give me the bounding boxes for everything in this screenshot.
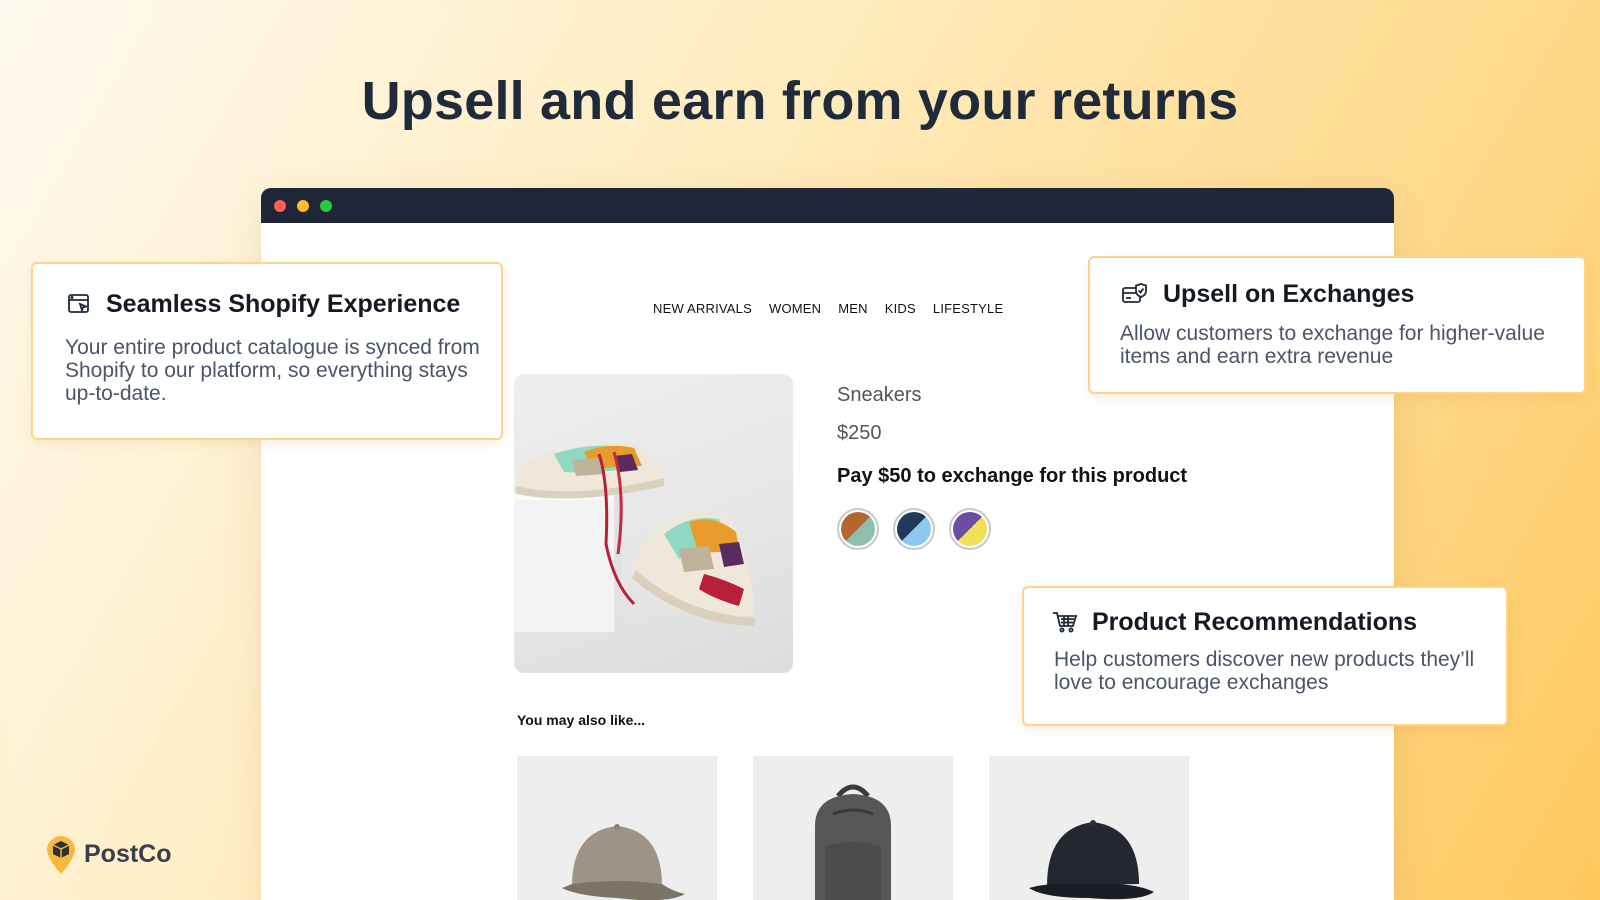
swatch-fill-3: [953, 512, 987, 546]
color-swatch-purple-yellow[interactable]: [949, 508, 991, 550]
color-swatch-brown-sage[interactable]: [837, 508, 879, 550]
recommendations-heading: You may also like...: [517, 712, 646, 728]
product-price: $250: [837, 422, 882, 444]
exchange-offer: Pay $50 to exchange for this product: [837, 465, 1188, 487]
page-headline: Upsell and earn from your returns: [361, 71, 1239, 131]
browser-titlebar: [261, 188, 1394, 223]
color-swatches: [837, 508, 991, 550]
nav-men[interactable]: MEN: [838, 301, 868, 316]
feature-card-shopify: Seamless Shopify Experience Your entire …: [31, 262, 503, 440]
feature-body-shopify: Your entire product catalogue is synced …: [65, 336, 480, 405]
feature-body-recommendations: Help customers discover new products the…: [1054, 648, 1475, 694]
minimize-window-dot[interactable]: [297, 199, 309, 212]
feature-title-recommendations: Product Recommendations: [1092, 608, 1418, 636]
nav-women[interactable]: WOMEN: [769, 301, 821, 316]
recommended-product-backpack[interactable]: [753, 756, 953, 900]
nav-new-arrivals[interactable]: NEW ARRIVALS: [653, 301, 752, 316]
feature-body-exchanges: Allow customers to exchange for higher-v…: [1120, 322, 1545, 368]
feature-card-exchanges: Upsell on Exchanges Allow customers to e…: [1088, 256, 1586, 394]
browser-cursor-icon: [67, 292, 91, 321]
feature-card-recommendations: Product Recommendations Help customers d…: [1022, 586, 1508, 726]
product-image-sneakers[interactable]: [514, 374, 793, 673]
feature-title-exchanges: Upsell on Exchanges: [1163, 280, 1415, 308]
swatch-fill-2: [897, 512, 931, 546]
nav-lifestyle[interactable]: LIFESTYLE: [933, 301, 1003, 316]
brand-name: PostCo: [84, 839, 172, 868]
postco-logo: PostCo: [44, 833, 172, 875]
verified-card-icon: [1122, 282, 1150, 311]
feature-title-shopify: Seamless Shopify Experience: [106, 290, 461, 318]
close-window-dot[interactable]: [274, 199, 286, 212]
nav-kids[interactable]: KIDS: [885, 301, 916, 316]
store-nav: NEW ARRIVALS WOMEN MEN KIDS LIFESTYLE: [653, 301, 1003, 316]
color-swatch-navy-skyblue[interactable]: [893, 508, 935, 550]
recommended-product-cap-black[interactable]: [989, 756, 1189, 900]
swatch-fill-1: [841, 512, 875, 546]
cart-icon: [1052, 610, 1078, 639]
product-name: Sneakers: [837, 384, 922, 406]
maximize-window-dot[interactable]: [320, 199, 332, 212]
recommended-product-cap-beige[interactable]: [517, 756, 717, 900]
postco-pin-icon: [47, 836, 75, 874]
